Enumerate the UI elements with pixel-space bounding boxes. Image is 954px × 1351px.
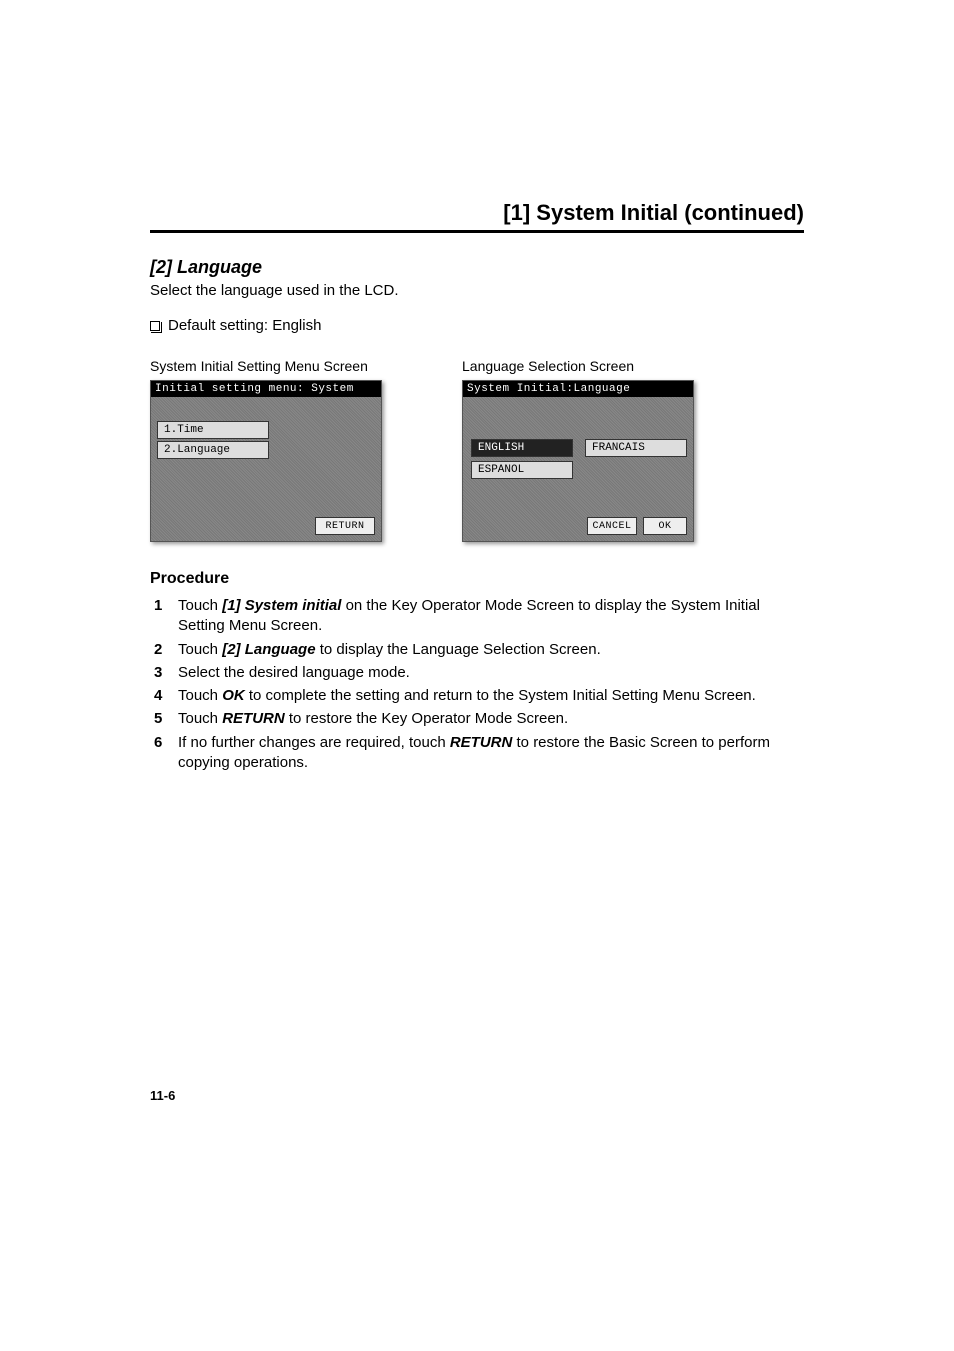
ok-button[interactable]: OK bbox=[643, 517, 687, 535]
step-emphasis: OK bbox=[222, 687, 245, 704]
procedure-step: Touch OK to complete the setting and ret… bbox=[150, 686, 804, 706]
procedure-list: Touch [1] System initial on the Key Oper… bbox=[150, 596, 804, 773]
return-button[interactable]: RETURN bbox=[315, 517, 375, 535]
procedure-step: Touch [1] System initial on the Key Oper… bbox=[150, 596, 804, 637]
step-text-pre: Touch bbox=[178, 641, 222, 658]
procedure-step: If no further changes are required, touc… bbox=[150, 733, 804, 774]
step-text-pre: Touch bbox=[178, 710, 222, 727]
step-emphasis: [2] Language bbox=[222, 641, 315, 658]
step-emphasis: RETURN bbox=[450, 734, 513, 751]
step-text-pre: If no further changes are required, touc… bbox=[178, 734, 450, 751]
screen-block-right: Language Selection Screen System Initial… bbox=[462, 358, 694, 542]
step-emphasis: [1] System initial bbox=[222, 597, 341, 614]
step-emphasis: RETURN bbox=[222, 710, 285, 727]
screen-label: System Initial Setting Menu Screen bbox=[150, 358, 382, 374]
procedure-step: Touch RETURN to restore the Key Operator… bbox=[150, 709, 804, 729]
step-text-pre: Touch bbox=[178, 597, 222, 614]
bullet-icon bbox=[150, 321, 160, 331]
default-setting-row: Default setting: English bbox=[150, 317, 804, 334]
page-number: 11-6 bbox=[150, 1088, 175, 1103]
lang-option-espanol[interactable]: ESPANOL bbox=[471, 461, 573, 479]
lang-option-francais[interactable]: FRANCAIS bbox=[585, 439, 687, 457]
screen-block-left: System Initial Setting Menu Screen Initi… bbox=[150, 358, 382, 542]
menu-option-language[interactable]: 2.Language bbox=[157, 441, 269, 459]
section-header: [1] System Initial (continued) bbox=[150, 200, 804, 233]
lang-option-english[interactable]: ENGLISH bbox=[471, 439, 573, 457]
lcd-screen-menu: Initial setting menu: System 1.Time 2.La… bbox=[150, 380, 382, 542]
step-text-post: to restore the Key Operator Mode Screen. bbox=[285, 710, 568, 727]
intro-text: Select the language used in the LCD. bbox=[150, 282, 804, 299]
screens-row: System Initial Setting Menu Screen Initi… bbox=[150, 358, 804, 542]
subsection-header: [2] Language bbox=[150, 257, 804, 278]
default-setting-text: Default setting: English bbox=[168, 317, 321, 334]
procedure-header: Procedure bbox=[150, 570, 804, 588]
lcd-screen-language: System Initial:Language ENGLISH FRANCAIS… bbox=[462, 380, 694, 542]
procedure-step: Touch [2] Language to display the Langua… bbox=[150, 640, 804, 660]
step-text-pre: Select the desired language mode. bbox=[178, 664, 410, 681]
step-text-pre: Touch bbox=[178, 687, 222, 704]
menu-option-time[interactable]: 1.Time bbox=[157, 421, 269, 439]
lcd-title: Initial setting menu: System bbox=[151, 381, 381, 397]
cancel-button[interactable]: CANCEL bbox=[587, 517, 637, 535]
procedure-step: Select the desired language mode. bbox=[150, 663, 804, 683]
step-text-post: to complete the setting and return to th… bbox=[245, 687, 756, 704]
screen-label: Language Selection Screen bbox=[462, 358, 694, 374]
lcd-title: System Initial:Language bbox=[463, 381, 693, 397]
step-text-post: to display the Language Selection Screen… bbox=[316, 641, 601, 658]
